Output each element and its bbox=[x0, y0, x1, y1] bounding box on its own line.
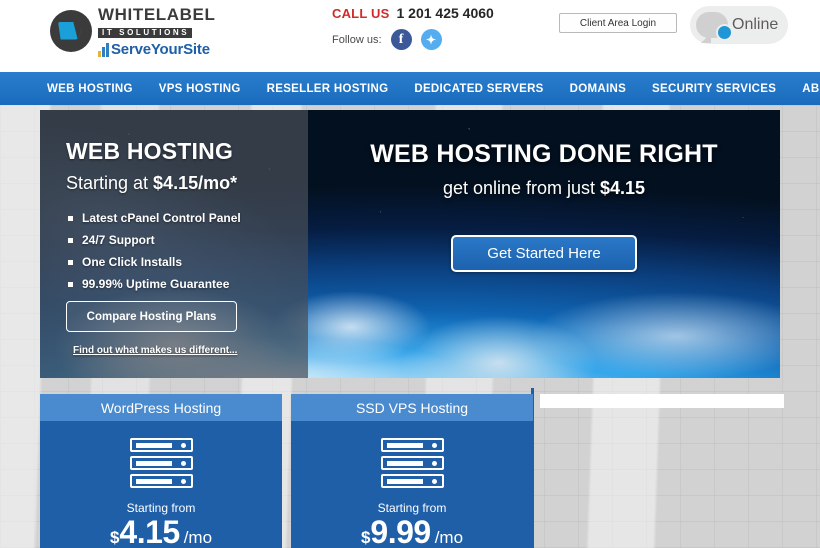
hero-feature-item: 99.99% Uptime Guarantee bbox=[66, 277, 288, 291]
product-card-title: SSD VPS Hosting bbox=[291, 394, 533, 421]
logo-line-3-wrap: ServeYourSite bbox=[98, 42, 215, 57]
nav-item-about-us[interactable]: ABOUT US bbox=[802, 83, 820, 95]
nav-item-dedicated-servers[interactable]: DEDICATED SERVERS bbox=[414, 83, 543, 95]
follow-us-label: Follow us: bbox=[332, 33, 382, 46]
nav-item-security-services[interactable]: SECURITY SERVICES bbox=[652, 83, 776, 95]
phone-number[interactable]: 1 201 425 4060 bbox=[397, 5, 494, 21]
server-stack-icon bbox=[129, 438, 193, 492]
product-card-title: WordPress Hosting bbox=[40, 394, 282, 421]
hero-promo-panel: WEB HOSTING Starting at $4.15/mo* Latest… bbox=[40, 110, 308, 378]
find-out-different-link[interactable]: Find out what makes us different... bbox=[73, 345, 237, 356]
product-card-ssd-vps-hosting[interactable]: SSD VPS Hosting Starting from $ 9.99 /mo bbox=[291, 394, 533, 548]
nav-item-reseller-hosting[interactable]: RESELLER HOSTING bbox=[267, 83, 389, 95]
hero-subheadline-price: $4.15 bbox=[600, 178, 646, 198]
price-period: /mo bbox=[434, 528, 464, 547]
whitelabel-swoosh-logo-icon bbox=[50, 9, 92, 52]
hero-banner: WEB HOSTING Starting at $4.15/mo* Latest… bbox=[40, 110, 780, 378]
hero-feature-list: Latest cPanel Control Panel 24/7 Support… bbox=[66, 211, 288, 291]
hero-feature-item: Latest cPanel Control Panel bbox=[66, 211, 288, 225]
hero-panel-subtitle-price: $4.15/mo* bbox=[153, 173, 238, 193]
product-card-wordpress-hosting[interactable]: WordPress Hosting Starting from $ 4.15 /… bbox=[40, 394, 282, 548]
main-navigation: WEB HOSTING VPS HOSTING RESELLER HOSTING… bbox=[0, 72, 820, 105]
price-currency: $ bbox=[360, 528, 371, 547]
logo-line-2: IT SOLUTIONS bbox=[98, 28, 193, 38]
follow-us-line: Follow us: f ✦ bbox=[332, 29, 494, 50]
chat-bubble-icon bbox=[696, 12, 733, 41]
logo-text: WHITELABEL IT SOLUTIONS ServeYourSite bbox=[98, 4, 215, 57]
price-period: /mo bbox=[183, 528, 213, 547]
hero-headline: WEB HOSTING DONE RIGHT bbox=[370, 140, 718, 168]
price-amount: 9.99 bbox=[370, 514, 431, 548]
sidebar-placeholder-bar bbox=[540, 394, 784, 408]
page-root: WHITELABEL IT SOLUTIONS ServeYourSite CA… bbox=[0, 0, 820, 548]
price-amount: 4.15 bbox=[119, 514, 180, 548]
call-us-line: CALL US 1 201 425 4060 bbox=[332, 5, 494, 21]
hero-panel-subtitle-prefix: Starting at bbox=[66, 173, 154, 193]
live-chat-widget[interactable]: Online bbox=[690, 6, 788, 44]
chat-status-label: Online bbox=[732, 16, 779, 33]
nav-item-web-hosting[interactable]: WEB HOSTING bbox=[47, 83, 133, 95]
price-currency: $ bbox=[109, 528, 120, 547]
hero-panel-title: WEB HOSTING bbox=[66, 138, 234, 164]
hero-main-message: WEB HOSTING DONE RIGHT get online from j… bbox=[308, 110, 780, 378]
hero-subheadline-prefix: get online from just bbox=[442, 178, 601, 198]
site-header: WHITELABEL IT SOLUTIONS ServeYourSite CA… bbox=[0, 0, 820, 72]
product-card-price: $ 4.15 /mo bbox=[110, 516, 212, 548]
client-area-login-button[interactable]: Client Area Login bbox=[559, 13, 677, 33]
server-stack-icon bbox=[380, 438, 444, 492]
facebook-icon[interactable]: f bbox=[390, 29, 412, 50]
product-card-list: WordPress Hosting Starting from $ 4.15 /… bbox=[40, 394, 533, 548]
hero-subheadline: get online from just $4.15 bbox=[443, 178, 645, 199]
twitter-icon[interactable]: ✦ bbox=[420, 29, 442, 50]
product-card-from-label: Starting from bbox=[377, 501, 447, 515]
call-us-label: CALL US bbox=[332, 6, 390, 21]
hero-panel-subtitle: Starting at $4.15/mo* bbox=[66, 173, 288, 194]
product-card-price: $ 9.99 /mo bbox=[361, 516, 463, 548]
nav-item-domains[interactable]: DOMAINS bbox=[570, 83, 626, 95]
nav-item-vps-hosting[interactable]: VPS HOSTING bbox=[159, 83, 241, 95]
logo-line-1: WHITELABEL bbox=[98, 5, 216, 24]
product-card-from-label: Starting from bbox=[126, 501, 196, 515]
contact-block: CALL US 1 201 425 4060 Follow us: f ✦ bbox=[332, 5, 494, 50]
hero-feature-item: 24/7 Support bbox=[66, 233, 288, 247]
site-logo[interactable]: WHITELABEL IT SOLUTIONS ServeYourSite bbox=[50, 4, 215, 57]
bar-chart-icon bbox=[98, 43, 109, 57]
logo-line-3: ServeYourSite bbox=[111, 41, 210, 58]
compare-hosting-plans-button[interactable]: Compare Hosting Plans bbox=[66, 301, 237, 332]
hero-feature-item: One Click Installs bbox=[66, 255, 288, 269]
get-started-here-button[interactable]: Get Started Here bbox=[451, 235, 637, 272]
